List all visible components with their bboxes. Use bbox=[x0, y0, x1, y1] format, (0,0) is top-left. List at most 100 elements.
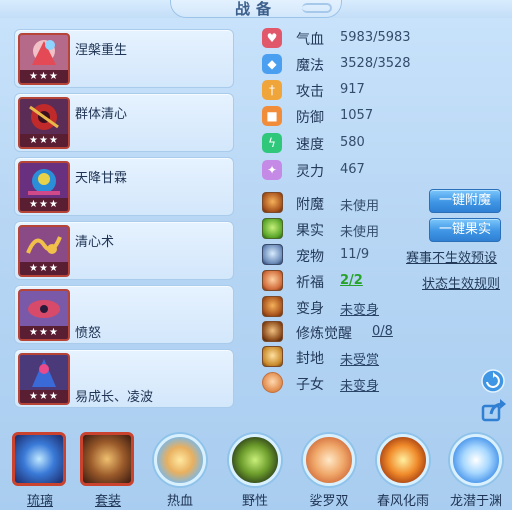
armor-set-icon bbox=[80, 432, 134, 486]
transform-icon bbox=[262, 296, 283, 317]
skill-card-6[interactable]: ★★★ 易成长、凌波 bbox=[14, 349, 234, 408]
skill-card-5[interactable]: ★★★ 愤怒 bbox=[14, 285, 234, 344]
auto-fruit-button[interactable]: 一键果实 bbox=[429, 218, 501, 242]
title-ornament-right bbox=[302, 3, 332, 13]
stat-label: 灵力 bbox=[296, 164, 324, 180]
skill-icon-nirvana: ★★★ bbox=[18, 33, 70, 85]
skill-name: 涅槃重生 bbox=[75, 43, 128, 58]
status-value: 未使用 bbox=[340, 225, 380, 240]
status-label: 修炼觉醒 bbox=[296, 326, 352, 342]
stat-label: 气血 bbox=[296, 32, 324, 48]
bottom-slot-hotblood[interactable]: 热血 bbox=[150, 428, 210, 510]
mana-icon: ◆ bbox=[262, 54, 282, 74]
lightning-icon: ϟ bbox=[262, 133, 282, 153]
status-value: 11/9 bbox=[340, 247, 370, 262]
blessing-icon bbox=[262, 270, 283, 291]
spirit-icon: ✦ bbox=[262, 160, 282, 180]
status-rules-link[interactable]: 状态生效规则 bbox=[422, 273, 500, 292]
skill-stars: ★★★ bbox=[20, 390, 68, 403]
skill-name: 群体清心 bbox=[75, 107, 128, 122]
status-label: 子女 bbox=[296, 377, 324, 393]
status-label: 果实 bbox=[296, 223, 324, 239]
bottom-label: 娑罗双 bbox=[309, 494, 349, 509]
stat-label: 防御 bbox=[296, 110, 324, 126]
stat-row-speed: ϟ 速度 580 bbox=[262, 132, 512, 154]
skill-stars: ★★★ bbox=[20, 262, 68, 275]
stat-value: 3528/3528 bbox=[340, 56, 411, 71]
stat-row-spirit: ✦ 灵力 467 bbox=[262, 159, 512, 181]
pet-icon bbox=[262, 244, 283, 265]
status-value[interactable]: 0/8 bbox=[372, 324, 393, 339]
bottom-slot-dragon[interactable]: 龙潜于渊 bbox=[446, 428, 506, 510]
status-value[interactable]: 未变身 bbox=[340, 299, 379, 318]
stat-value: 467 bbox=[340, 162, 365, 177]
bottom-label: 套装 bbox=[94, 494, 121, 509]
stat-value: 917 bbox=[340, 82, 365, 97]
refresh-icon[interactable] bbox=[481, 369, 505, 393]
bottom-slot-set[interactable]: 套装 bbox=[78, 428, 138, 510]
status-row-child: 子女 未变身 bbox=[262, 371, 512, 395]
status-value[interactable]: 未受赏 bbox=[340, 349, 379, 368]
hotblood-icon bbox=[154, 434, 206, 486]
cultivation-icon bbox=[262, 321, 283, 342]
stat-row-attack: † 攻击 917 bbox=[262, 79, 512, 101]
skill-stars: ★★★ bbox=[20, 70, 68, 83]
skill-card-2[interactable]: ★★★ 群体清心 bbox=[14, 93, 234, 152]
stat-row-hp: ♥ 气血 5983/5983 bbox=[262, 27, 512, 49]
dragon-icon bbox=[450, 434, 502, 486]
skill-icon-group-purify: ★★★ bbox=[18, 97, 70, 149]
sala-icon bbox=[303, 434, 355, 486]
child-icon bbox=[262, 372, 283, 393]
status-label: 宠物 bbox=[296, 249, 324, 265]
stat-row-mp: ◆ 魔法 3528/3528 bbox=[262, 53, 512, 75]
status-label: 祈福 bbox=[296, 275, 324, 291]
skill-name: 愤怒 bbox=[75, 326, 102, 341]
stat-label: 攻击 bbox=[296, 84, 324, 100]
skill-name: 清心术 bbox=[75, 235, 115, 250]
skill-card-3[interactable]: ★★★ 天降甘霖 bbox=[14, 157, 234, 216]
page-title: 战备 bbox=[234, 0, 277, 18]
bottom-slot-wild[interactable]: 野性 bbox=[225, 428, 285, 510]
status-value: 未使用 bbox=[340, 199, 380, 214]
status-row-transform: 变身 未变身 bbox=[262, 295, 512, 319]
stat-label: 魔法 bbox=[296, 58, 324, 74]
sword-icon: † bbox=[262, 80, 282, 100]
spring-rain-icon bbox=[377, 434, 429, 486]
glaze-orb-icon bbox=[12, 432, 66, 486]
enchant-icon bbox=[262, 192, 283, 213]
skill-stars: ★★★ bbox=[20, 198, 68, 211]
status-row-fief: 封地 未受赏 bbox=[262, 345, 512, 369]
skill-stars: ★★★ bbox=[20, 326, 68, 339]
stat-value: 580 bbox=[340, 135, 365, 150]
status-value[interactable]: 未变身 bbox=[340, 375, 379, 394]
event-preset-link[interactable]: 赛事不生效预设 bbox=[406, 247, 497, 266]
bottom-label: 春风化雨 bbox=[376, 494, 429, 509]
fief-icon bbox=[262, 346, 283, 367]
skill-card-1[interactable]: ★★★ 涅槃重生 bbox=[14, 29, 234, 88]
stat-label: 速度 bbox=[296, 137, 324, 153]
skill-icon-rage: ★★★ bbox=[18, 289, 70, 341]
skill-name: 易成长、凌波 bbox=[75, 390, 154, 405]
bottom-label: 野性 bbox=[241, 494, 268, 509]
skill-icon-purify-heart: ★★★ bbox=[18, 225, 70, 277]
auto-enchant-button[interactable]: 一键附魔 bbox=[429, 189, 501, 213]
wild-icon bbox=[229, 434, 281, 486]
fruit-icon bbox=[262, 218, 283, 239]
bottom-slot-spring-rain[interactable]: 春风化雨 bbox=[373, 428, 433, 510]
bottom-slot-sala[interactable]: 娑罗双 bbox=[299, 428, 359, 510]
status-label: 变身 bbox=[296, 301, 324, 317]
stat-row-defense: ■ 防御 1057 bbox=[262, 105, 512, 127]
status-label: 附魔 bbox=[296, 197, 324, 213]
status-row-cultivation: 修炼觉醒 0/8 bbox=[262, 320, 512, 344]
stat-value: 5983/5983 bbox=[340, 30, 411, 45]
skill-card-4[interactable]: ★★★ 清心术 bbox=[14, 221, 234, 280]
shield-icon: ■ bbox=[262, 106, 282, 126]
status-value[interactable]: 2/2 bbox=[340, 273, 363, 288]
bottom-label: 龙潜于渊 bbox=[449, 494, 502, 509]
share-icon[interactable] bbox=[481, 398, 506, 422]
skill-icon-growth-wave: ★★★ bbox=[18, 353, 70, 405]
skill-name: 天降甘霖 bbox=[75, 171, 128, 186]
bottom-slot-glaze[interactable]: 琉璃 bbox=[10, 428, 70, 510]
heart-icon: ♥ bbox=[262, 28, 282, 48]
skill-icon-sweet-rain: ★★★ bbox=[18, 161, 70, 213]
